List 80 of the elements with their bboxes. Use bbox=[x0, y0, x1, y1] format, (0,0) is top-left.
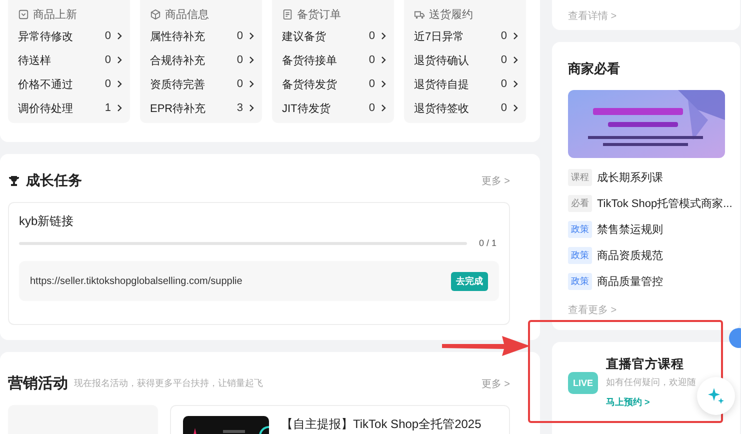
chevron-icon bbox=[117, 80, 122, 88]
todo-count: 1 bbox=[104, 102, 111, 114]
article-link[interactable]: 商品资质规范 bbox=[597, 248, 663, 262]
chevron-icon bbox=[249, 80, 254, 88]
trophy-icon bbox=[8, 175, 20, 187]
category-tag: 政策 bbox=[568, 246, 592, 264]
todo-count: 0 bbox=[104, 30, 111, 42]
category-tag: 政策 bbox=[568, 272, 592, 290]
category-tag: 政策 bbox=[568, 220, 592, 238]
todo-count: 3 bbox=[236, 102, 243, 114]
todo-label[interactable]: 属性待补充 bbox=[150, 28, 237, 44]
truck-icon bbox=[414, 8, 425, 20]
chevron-icon bbox=[117, 32, 122, 40]
todo-count: 0 bbox=[236, 30, 243, 42]
todo-count: 0 bbox=[500, 102, 507, 114]
live-title: 直播官方课程 bbox=[606, 356, 685, 373]
arrow-icon bbox=[442, 335, 530, 357]
todo-label[interactable]: 资质待完善 bbox=[150, 76, 237, 92]
chevron-icon bbox=[117, 56, 122, 64]
article-link[interactable]: 禁售禁运规则 bbox=[597, 222, 663, 236]
cube-icon bbox=[150, 8, 161, 20]
todo-label[interactable]: 建议备货 bbox=[282, 28, 369, 44]
article-link[interactable]: 商品质量管控 bbox=[597, 274, 663, 288]
chevron-icon bbox=[249, 32, 254, 40]
category-tag: 课程 bbox=[568, 168, 592, 186]
chevron-icon bbox=[381, 80, 386, 88]
panel-title: 商品信息 bbox=[165, 8, 209, 22]
section-title: 营销活动 bbox=[8, 374, 68, 393]
section-title: 成长任务 bbox=[26, 172, 82, 190]
todo-label[interactable]: 价格不通过 bbox=[18, 76, 105, 92]
todo-count: 0 bbox=[500, 30, 507, 42]
chevron-icon bbox=[513, 80, 518, 88]
article-link[interactable]: 成长期系列课 bbox=[597, 170, 663, 184]
todo-label[interactable]: 退货待签收 bbox=[414, 100, 501, 116]
todo-label[interactable]: 退货待自提 bbox=[414, 76, 501, 92]
todo-count: 0 bbox=[104, 78, 111, 90]
chevron-icon bbox=[117, 104, 122, 112]
todo-count: 0 bbox=[236, 54, 243, 66]
chevron-icon bbox=[249, 104, 254, 112]
todo-count: 0 bbox=[236, 78, 243, 90]
live-badge: LIVE bbox=[568, 372, 598, 394]
task-name: kyb新链接 bbox=[19, 213, 75, 230]
document-icon bbox=[282, 8, 293, 20]
section-title: 商家必看 bbox=[568, 61, 620, 76]
box-icon bbox=[18, 8, 29, 20]
chevron-icon bbox=[381, 56, 386, 64]
todo-label[interactable]: 备货待接单 bbox=[282, 52, 369, 68]
todo-count: 0 bbox=[368, 102, 375, 114]
chevron-icon bbox=[381, 104, 386, 112]
campaign-title: 【自主提报】TikTok Shop全托管2025 bbox=[281, 416, 482, 433]
panel-title: 送货履约 bbox=[429, 8, 473, 22]
todo-count: 0 bbox=[500, 78, 507, 90]
todo-count: 0 bbox=[368, 54, 375, 66]
campaign-card[interactable]: 【自主提报】TikTok Shop全托管2025 bbox=[170, 405, 510, 434]
chevron-icon bbox=[381, 32, 386, 40]
todo-label[interactable]: JIT待发货 bbox=[282, 100, 369, 116]
todo-count: 0 bbox=[500, 54, 507, 66]
todo-label[interactable]: EPR待补充 bbox=[150, 100, 237, 116]
todo-label[interactable]: 备货待发货 bbox=[282, 76, 369, 92]
progress-count: 0 / 1 bbox=[479, 238, 498, 248]
chevron-icon bbox=[513, 104, 518, 112]
section-subtitle: 现在报名活动，获得更多平台扶持，让销量起飞 bbox=[74, 377, 263, 390]
chevron-icon bbox=[513, 32, 518, 40]
todo-count: 0 bbox=[104, 54, 111, 66]
todo-label[interactable]: 异常待修改 bbox=[18, 28, 105, 44]
chevron-icon bbox=[513, 56, 518, 64]
sparkle-icon bbox=[707, 387, 725, 405]
live-description: 如有任何疑问，欢迎随 bbox=[606, 376, 696, 389]
todo-count: 0 bbox=[368, 30, 375, 42]
article-link[interactable]: TikTok Shop托管模式商家... bbox=[597, 196, 732, 210]
category-tag: 必看 bbox=[568, 194, 592, 212]
panel-title: 备货订单 bbox=[297, 8, 341, 22]
todo-label[interactable]: 近7日异常 bbox=[414, 28, 501, 44]
todo-label[interactable]: 合规待补充 bbox=[150, 52, 237, 68]
todo-label[interactable]: 退货待确认 bbox=[414, 52, 501, 68]
todo-label[interactable]: 调价待处理 bbox=[18, 100, 105, 116]
chevron-icon bbox=[249, 56, 254, 64]
panel-title: 商品上新 bbox=[33, 8, 77, 22]
todo-count: 0 bbox=[368, 78, 375, 90]
todo-label[interactable]: 待送样 bbox=[18, 52, 105, 68]
